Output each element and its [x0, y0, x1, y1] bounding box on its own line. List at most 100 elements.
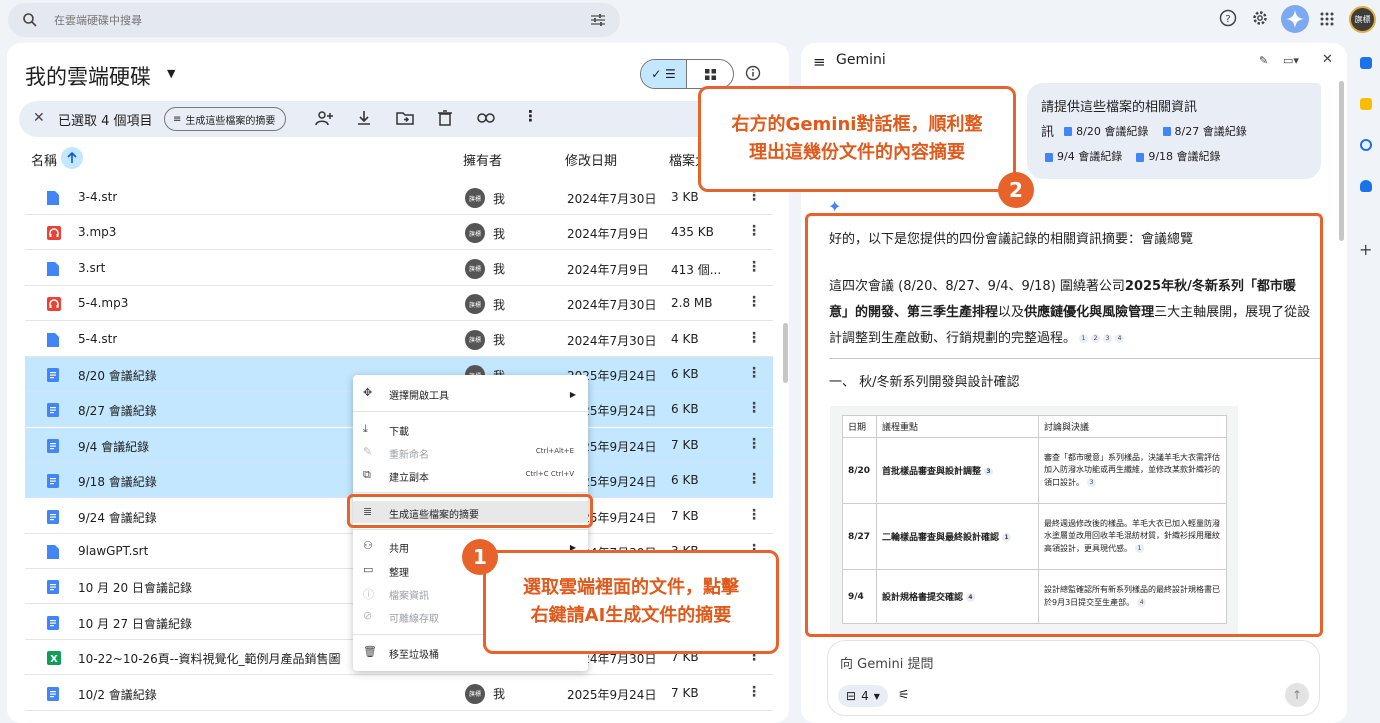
file-name[interactable]: 10/2 會議紀錄	[78, 686, 157, 703]
file-name[interactable]: 8/20 會議紀錄	[78, 367, 157, 384]
gemini-scrollbar[interactable]	[1339, 81, 1344, 241]
file-name[interactable]: 10 月 27 日會議紀錄	[78, 615, 192, 632]
summarize-chip-button[interactable]: ≡ 生成這些檔案的摘要	[164, 107, 287, 131]
more-actions-icon[interactable]: ⋮	[747, 400, 761, 416]
trash-icon[interactable]	[438, 110, 452, 126]
help-icon[interactable]: ?	[1219, 9, 1237, 27]
settings-gear-icon[interactable]	[1251, 9, 1269, 27]
grid-view-button[interactable]	[687, 60, 733, 88]
filter-options-icon[interactable]	[590, 13, 606, 27]
citation-badge[interactable]: 3	[1087, 477, 1096, 487]
add-addon-icon[interactable]: +	[1359, 240, 1372, 259]
sort-ascending-icon[interactable]	[61, 147, 83, 169]
file-chip[interactable]: 9/4 會議紀錄	[1045, 146, 1122, 167]
clear-selection-icon[interactable]: ✕	[33, 110, 45, 126]
col-owner[interactable]: 擁有者	[463, 150, 502, 169]
file-modified-date: 2024年7月30日	[567, 192, 657, 206]
table-header-row: 日期 議程重點 討論與決議	[842, 415, 1227, 438]
menu-copy[interactable]: ⧉ 建立副本 Ctrl+C Ctrl+V	[353, 464, 588, 486]
citation-badge[interactable]: 3	[984, 467, 994, 476]
tasks-icon[interactable]	[1360, 139, 1372, 151]
file-chip[interactable]: 8/20 會議紀錄	[1064, 121, 1148, 142]
gemini-input-placeholder[interactable]: 向 Gemini 提問	[840, 653, 933, 672]
send-button[interactable]: ↑	[1285, 683, 1309, 707]
page-title[interactable]: 我的雲端硬碟	[25, 61, 151, 91]
more-actions-icon[interactable]: ⋮	[747, 365, 761, 381]
new-chat-edit-icon[interactable]: ✎	[1259, 54, 1268, 67]
more-actions-icon[interactable]: ⋮	[747, 507, 761, 523]
file-name[interactable]: 3.srt	[78, 261, 105, 275]
search-input[interactable]	[54, 11, 554, 29]
layout-options-icon[interactable]: ▭▾	[1283, 54, 1299, 67]
more-actions-icon[interactable]: ⋮	[747, 259, 761, 275]
file-row[interactable]: 5-4.mp3 旗標我 2024年7月30日 2.8 MB ⋮	[25, 286, 773, 322]
close-icon[interactable]: ✕	[1322, 52, 1333, 67]
citation-badge[interactable]: 1	[1002, 533, 1012, 542]
list-view-button[interactable]: ✓ ☰	[641, 60, 688, 88]
citation-badge[interactable]: 1	[1079, 334, 1089, 343]
menu-hamburger-icon[interactable]: ≡	[813, 53, 826, 71]
citation-badge[interactable]: 4	[966, 593, 976, 602]
tune-settings-icon[interactable]: ⚟	[898, 688, 910, 703]
file-name[interactable]: 5-4.mp3	[78, 296, 128, 310]
more-actions-icon[interactable]: ⋮	[747, 294, 761, 310]
link-icon[interactable]	[477, 110, 495, 126]
doc-icon	[1162, 127, 1171, 137]
more-actions-icon[interactable]: ⋮	[747, 330, 761, 346]
share-person-icon[interactable]	[315, 110, 333, 126]
info-icon[interactable]	[745, 65, 761, 81]
col-modified[interactable]: 修改日期	[565, 150, 617, 169]
more-actions-icon[interactable]: ⋮	[747, 436, 761, 452]
more-vert-icon[interactable]: ⋮	[523, 107, 538, 125]
submenu-arrow-icon: ▶	[569, 390, 576, 399]
file-name[interactable]: 10-22~10-26頁--資料視覺化_範例月產品銷售圖	[78, 650, 340, 667]
file-name[interactable]: 5-4.str	[78, 332, 117, 346]
arrow-up-icon: ↑	[1291, 688, 1303, 702]
file-modified-date: 2024年7月9日	[567, 262, 649, 277]
file-row[interactable]: 10/2 會議紀錄 旗標我 2025年9月24日 7 KB ⋮	[25, 676, 773, 711]
file-chip[interactable]: 9/18 會議紀錄	[1136, 146, 1221, 167]
keep-icon[interactable]	[1360, 98, 1372, 110]
more-actions-icon[interactable]: ⋮	[747, 684, 761, 700]
file-name[interactable]: 9/24 會議紀錄	[78, 509, 157, 526]
file-row[interactable]: 5-4.str 旗標我 2024年7月30日 4 KB ⋮	[25, 322, 773, 357]
download-icon[interactable]	[356, 110, 372, 126]
file-name[interactable]: 9lawGPT.srt	[78, 544, 148, 558]
more-actions-icon[interactable]: ⋮	[747, 471, 761, 487]
file-name[interactable]: 8/27 會議紀錄	[78, 402, 157, 419]
citation-badge[interactable]: 4	[1115, 334, 1125, 343]
search-bar[interactable]	[8, 3, 620, 37]
scrollbar[interactable]	[783, 323, 788, 383]
google-doc-icon	[47, 509, 59, 528]
gemini-sparkle-button[interactable]	[1281, 5, 1309, 33]
col-name[interactable]: 名稱	[31, 150, 57, 169]
file-size: 6 KB	[671, 402, 699, 417]
file-name[interactable]: 10 月 20 日會議記錄	[78, 579, 192, 596]
file-name[interactable]: 9/18 會議紀錄	[78, 473, 157, 490]
move-folder-icon[interactable]	[396, 110, 414, 126]
citation-badge[interactable]: 2	[1091, 334, 1101, 343]
side-apps-rail: +	[1352, 43, 1380, 723]
account-avatar[interactable]: 旗標	[1349, 6, 1376, 33]
contacts-icon[interactable]	[1360, 180, 1372, 192]
file-name[interactable]: 3-4.str	[78, 190, 117, 204]
file-name[interactable]: 3.mp3	[78, 225, 116, 239]
more-actions-icon[interactable]: ⋮	[747, 223, 761, 239]
file-row[interactable]: 3.mp3 旗標我 2024年7月9日 435 KB ⋮	[25, 215, 773, 251]
file-row[interactable]: 3-4.str 旗標我 2024年7月30日 3 KB ⋮	[25, 180, 773, 215]
menu-open-with[interactable]: ✥ 選擇開啟工具 ▶	[353, 382, 588, 404]
calendar-icon[interactable]	[1360, 57, 1372, 69]
file-name[interactable]: 9/4 會議紀錄	[78, 438, 149, 455]
citation-badge[interactable]: 3	[1103, 334, 1113, 343]
menu-download[interactable]: ⤓ 下載	[353, 418, 588, 440]
menu-rename[interactable]: ✎ 重新命名 Ctrl+Alt+E	[353, 441, 588, 463]
file-chip[interactable]: 8/27 會議紀錄	[1162, 121, 1247, 142]
gemini-input-box[interactable]: 向 Gemini 提問 ⊟ 4 ▼ ⚟ ↑	[827, 640, 1320, 716]
file-row[interactable]: 3.srt 旗標我 2024年7月9日 413 個... ⋮	[25, 251, 773, 286]
caret-down-icon[interactable]: ▼	[167, 67, 175, 80]
sheet-file-icon: X	[47, 651, 61, 669]
citation-badge[interactable]: 1	[1135, 543, 1144, 553]
apps-grid-icon[interactable]	[1320, 12, 1334, 26]
citation-badge[interactable]: 4	[1137, 597, 1147, 607]
sources-selector[interactable]: ⊟ 4 ▼	[838, 685, 888, 707]
